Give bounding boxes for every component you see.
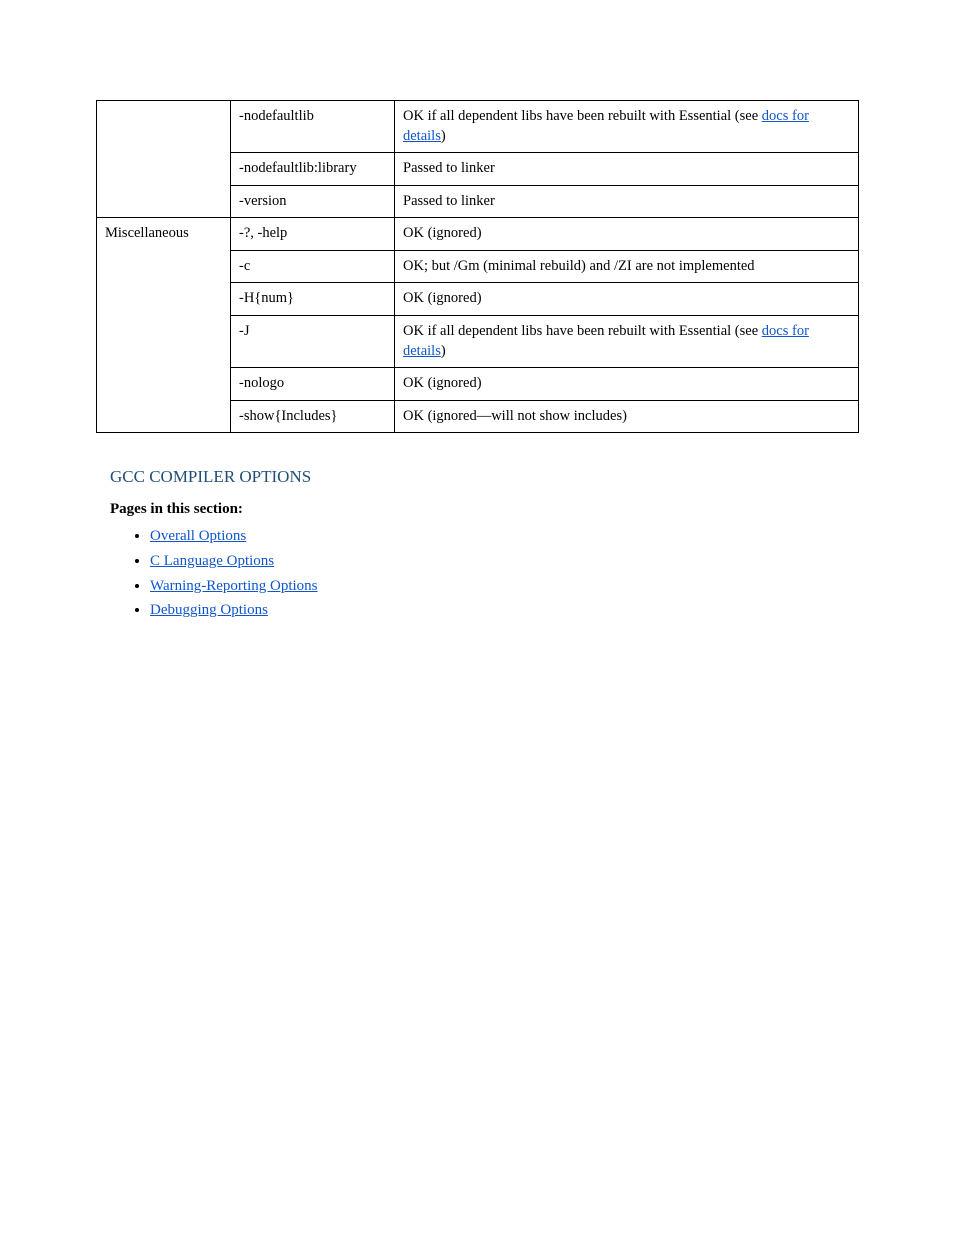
list-item: Overall Options — [150, 526, 858, 548]
option-name-cell: -?, -help — [231, 218, 395, 251]
option-name-cell: -version — [231, 185, 395, 218]
option-desc-cell: OK if all dependent libs have been rebui… — [395, 101, 859, 153]
section-link[interactable]: Overall Options — [150, 528, 246, 544]
desc-text: OK if all dependent libs have been rebui… — [403, 323, 762, 339]
table-row: -nodefaultlib OK if all dependent libs ha… — [97, 101, 859, 153]
options-table: -nodefaultlib OK if all dependent libs ha… — [96, 100, 859, 433]
section-link[interactable]: Warning-Reporting Options — [150, 578, 318, 594]
list-item: C Language Options — [150, 551, 858, 573]
table-row: Miscellaneous-?, -helpOK (ignored) — [97, 218, 859, 251]
option-desc-cell: OK (ignored—will not show includes) — [395, 400, 859, 433]
option-desc-cell: Passed to linker — [395, 185, 859, 218]
option-name-cell: -J — [231, 315, 395, 367]
option-name-cell: -nodefaultlib — [231, 101, 395, 153]
option-desc-cell: OK (ignored) — [395, 368, 859, 401]
option-desc-cell: OK; but /Gm (minimal rebuild) and /ZI ar… — [395, 250, 859, 283]
links-list: Overall Options C Language Options Warning… — [150, 526, 858, 622]
section-link[interactable]: Debugging Options — [150, 602, 268, 618]
group-label-cell — [97, 101, 231, 218]
links-heading: Pages in this section: — [110, 501, 858, 518]
desc-text: OK if all dependent libs have been rebui… — [403, 108, 762, 124]
option-desc-cell: Passed to linker — [395, 153, 859, 186]
desc-text: ) — [441, 343, 446, 359]
section-title: GCC COMPILER OPTIONS — [110, 467, 858, 487]
group-label-cell: Miscellaneous — [97, 218, 231, 433]
section-link[interactable]: C Language Options — [150, 553, 274, 569]
list-item: Debugging Options — [150, 600, 858, 622]
list-item: Warning-Reporting Options — [150, 576, 858, 598]
option-name-cell: -H{num} — [231, 283, 395, 316]
option-name-cell: -nologo — [231, 368, 395, 401]
option-desc-cell: OK (ignored) — [395, 218, 859, 251]
option-name-cell: -nodefaultlib:library — [231, 153, 395, 186]
desc-text: ) — [441, 128, 446, 144]
document-page: -nodefaultlib OK if all dependent libs ha… — [0, 0, 954, 1235]
option-desc-cell: OK if all dependent libs have been rebui… — [395, 315, 859, 367]
option-name-cell: -c — [231, 250, 395, 283]
option-desc-cell: OK (ignored) — [395, 283, 859, 316]
option-name-cell: -show{Includes} — [231, 400, 395, 433]
